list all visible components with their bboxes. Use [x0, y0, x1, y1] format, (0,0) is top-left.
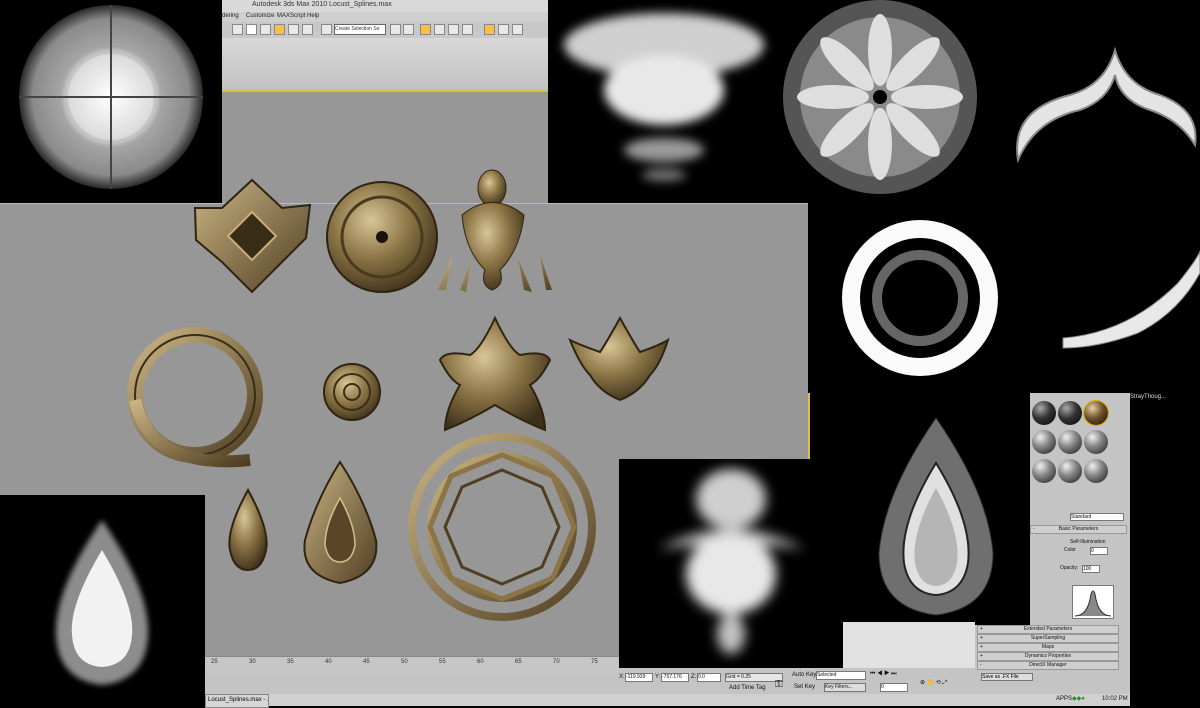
opacity-label: Opacity:: [1060, 565, 1079, 571]
apps-label[interactable]: APPS: [1056, 696, 1072, 702]
self-illum-color-spinner[interactable]: 0: [1090, 547, 1108, 555]
timeline-ruler[interactable]: 25 30 35 40 45 50 55 60 65 70 75: [205, 656, 619, 675]
drop-mask-texture: [0, 495, 205, 706]
rosette-ornament[interactable]: [326, 181, 438, 293]
save-fx-button[interactable]: Save as .FX File: [981, 673, 1033, 681]
specular-highlight-graph: [1072, 585, 1114, 619]
material-slot[interactable]: [1058, 459, 1082, 483]
serpent-ring-ornament[interactable]: [127, 327, 263, 468]
target-mask-texture: [0, 0, 222, 203]
basic-parameters-rollout[interactable]: - Basic Parameters: [1030, 525, 1127, 534]
dynamics-rollout[interactable]: + Dynamics Properties: [977, 652, 1119, 661]
ruler-tick: 65: [515, 659, 522, 665]
key-icon[interactable]: ⚿: [775, 679, 783, 690]
color-checkbox-label[interactable]: Color: [1064, 547, 1076, 553]
material-slot[interactable]: [1032, 430, 1056, 454]
fleur-mask-texture: [548, 0, 780, 203]
playback-controls-icon[interactable]: ⏮ ◀ ▶ ⏭: [870, 671, 897, 678]
ruler-tick: 60: [477, 659, 484, 665]
fleur-blur-texture: [619, 459, 843, 668]
lotus-small-ornament[interactable]: [568, 315, 670, 402]
opacity-spinner[interactable]: 100: [1082, 565, 1100, 573]
maps-rollout[interactable]: + Maps: [977, 643, 1119, 652]
set-key-button[interactable]: Set Key: [794, 684, 815, 690]
geometric-ring-ornament[interactable]: [408, 433, 596, 621]
ruler-tick: 55: [439, 659, 446, 665]
taskbar: [205, 694, 1130, 706]
tray-icons[interactable]: ◆◆●: [1072, 695, 1085, 702]
status-bar-left: [205, 674, 619, 694]
framed-drop-texture: [843, 393, 1030, 622]
clock: 10:02 PM: [1102, 696, 1128, 702]
material-slot[interactable]: [1058, 401, 1082, 425]
material-slot[interactable]: [1058, 430, 1082, 454]
ring-mask-texture: [808, 203, 1200, 393]
material-slot[interactable]: [1084, 459, 1108, 483]
arch-mask-texture: [980, 0, 1200, 203]
y-coordinate-field[interactable]: -767.176: [661, 673, 689, 682]
fleur-drop-ornament[interactable]: [438, 169, 552, 292]
material-slot[interactable]: [1032, 401, 1056, 425]
empty-panel: [843, 622, 975, 668]
current-frame-field[interactable]: 0: [880, 683, 908, 692]
material-slot[interactable]: [1032, 459, 1056, 483]
material-editor-title: StrayThoug...: [1128, 393, 1198, 403]
add-time-tag-button[interactable]: Add Time Tag: [729, 685, 766, 691]
ruler-tick: 30: [249, 659, 256, 665]
auto-key-button[interactable]: Auto Key: [792, 672, 816, 678]
framed-drop-ornament[interactable]: [303, 460, 378, 585]
ruler-tick: 70: [553, 659, 560, 665]
rosette-mask-texture: [780, 0, 980, 203]
material-rollouts: + Extended Parameters + SuperSampling + Map…: [975, 625, 1123, 695]
ruler-tick: 75: [591, 659, 598, 665]
self-illumination-label: Self-Illumination: [1070, 539, 1106, 545]
ruler-tick: 40: [325, 659, 332, 665]
small-drop-ornament[interactable]: [228, 487, 268, 572]
lotus-large-ornament[interactable]: [438, 315, 552, 432]
material-type-button[interactable]: Standard: [1070, 513, 1124, 521]
extended-parameters-rollout[interactable]: + Extended Parameters: [977, 625, 1119, 634]
view-navigation-icons[interactable]: ⊕ ✋ ⟲ ⤢: [920, 679, 947, 687]
x-coordinate-field[interactable]: -119.939: [625, 673, 653, 682]
system-tray: APPS ◆◆● 10:02 PM: [1050, 694, 1130, 706]
key-mode-dropdown[interactable]: Selected: [816, 671, 866, 680]
ruler-tick: 35: [287, 659, 294, 665]
target-ornament[interactable]: [323, 363, 381, 421]
directx-manager-rollout[interactable]: - DirectX Manager: [977, 661, 1119, 670]
z-coordinate-field[interactable]: 0.0: [697, 673, 721, 682]
key-filters-button[interactable]: Key Filters...: [824, 683, 866, 692]
ruler-tick: 45: [363, 659, 370, 665]
animation-controls: Auto Key Selected Set Key Key Filters...…: [790, 668, 976, 694]
ruler-tick: 25: [211, 659, 218, 665]
material-slot-selected[interactable]: [1083, 400, 1109, 426]
supersampling-rollout[interactable]: + SuperSampling: [977, 634, 1119, 643]
ruler-tick: 50: [401, 659, 408, 665]
material-slot[interactable]: [1084, 430, 1108, 454]
